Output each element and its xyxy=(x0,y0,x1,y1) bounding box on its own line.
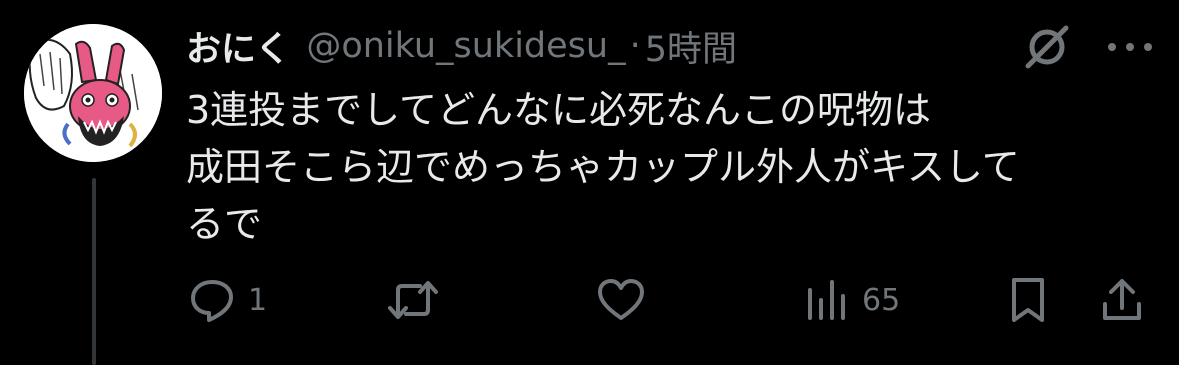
action-bar: 1 65 xyxy=(0,270,1179,330)
display-name[interactable]: おにく xyxy=(186,21,290,72)
tweet-text: 3連投までしてどんなに必死なんこの呪物は 成田そこら辺でめっちゃカップル外人がキ… xyxy=(186,82,1146,253)
reply-icon xyxy=(188,276,236,324)
share-icon xyxy=(1100,276,1144,324)
tweet-text-line: 成田そこら辺でめっちゃカップル外人がキスして xyxy=(186,145,1020,189)
grok-icon[interactable] xyxy=(1022,22,1072,72)
header-separator: · xyxy=(629,26,641,66)
views-button[interactable]: 65 xyxy=(802,270,900,330)
share-button[interactable] xyxy=(1100,270,1144,330)
avatar[interactable] xyxy=(24,24,162,162)
reply-button[interactable]: 1 xyxy=(188,270,267,330)
bookmark-icon xyxy=(1008,276,1048,324)
bookmark-button[interactable] xyxy=(1008,270,1048,330)
tweet-text-line: 3連投までしてどんなに必死なんこの呪物は xyxy=(186,88,932,132)
views-count: 65 xyxy=(862,282,901,318)
reply-count: 1 xyxy=(248,282,268,318)
more-icon[interactable] xyxy=(1100,34,1160,60)
avatar-drawing-icon xyxy=(24,24,162,162)
timestamp[interactable]: 5時間 xyxy=(645,21,737,72)
tweet-header: おにく @oniku_sukidesu_ · 5時間 xyxy=(186,22,737,70)
user-handle[interactable]: @oniku_sukidesu_ xyxy=(306,26,625,66)
tweet-text-line: るで xyxy=(186,202,263,246)
views-icon xyxy=(802,276,850,324)
heart-icon xyxy=(596,276,646,324)
retweet-icon xyxy=(386,276,440,324)
like-button[interactable] xyxy=(596,270,658,330)
retweet-button[interactable] xyxy=(386,270,452,330)
